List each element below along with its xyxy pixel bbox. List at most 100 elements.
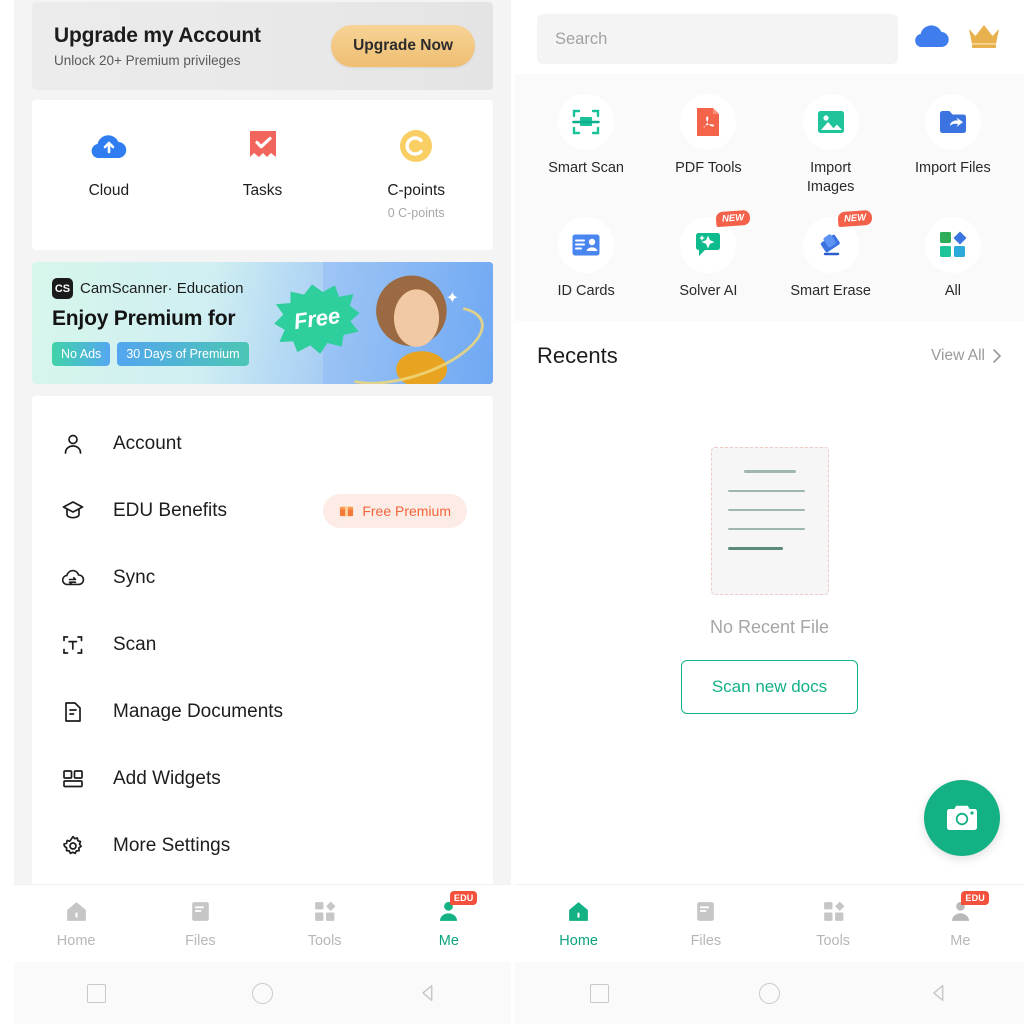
ai-sparkle-icon: NEW bbox=[680, 210, 751, 274]
search-box[interactable] bbox=[537, 14, 898, 64]
free-premium-badge[interactable]: Free Premium bbox=[323, 493, 467, 528]
account-menu-list: Account EDU Benefits Free Premium Sync S… bbox=[32, 396, 493, 897]
home-button[interactable] bbox=[685, 982, 855, 1004]
cpoints-balance: 0 C-points bbox=[387, 206, 445, 220]
search-input[interactable] bbox=[555, 29, 880, 49]
cloud-upload-icon bbox=[89, 126, 129, 166]
person-icon: EDU bbox=[947, 891, 989, 924]
task-check-icon bbox=[243, 126, 283, 166]
tab-me[interactable]: EDU Me bbox=[897, 891, 1024, 949]
promo-brand-text: CamScanner· Education bbox=[80, 280, 244, 297]
files-icon bbox=[187, 898, 213, 924]
left-android-navbar bbox=[14, 962, 511, 1024]
tool-all[interactable]: All bbox=[892, 211, 1014, 301]
circle-icon bbox=[759, 982, 780, 1004]
tab-label: Files bbox=[690, 933, 722, 949]
doc-line bbox=[744, 470, 797, 473]
menu-item-manage-documents[interactable]: Manage Documents bbox=[32, 678, 493, 745]
tab-home[interactable]: Home bbox=[14, 898, 138, 949]
upgrade-now-button[interactable]: Upgrade Now bbox=[331, 25, 475, 67]
tool-pdf-tools[interactable]: PDF Tools bbox=[647, 88, 769, 197]
quick-action-cpoints[interactable]: C-points 0 C-points bbox=[339, 126, 493, 220]
camera-icon bbox=[947, 805, 977, 830]
tool-solver-ai[interactable]: NEW Solver AI bbox=[647, 210, 769, 301]
tool-smart-erase[interactable]: NEW Smart Erase bbox=[770, 210, 892, 301]
menu-item-label: Manage Documents bbox=[113, 700, 284, 722]
dual-phone-screenshot: Upgrade my Account Unlock 20+ Premium pr… bbox=[0, 0, 1024, 1024]
view-all-button[interactable]: View All bbox=[931, 347, 1002, 365]
tab-files[interactable]: Files bbox=[138, 898, 262, 949]
education-promo-banner[interactable]: ✦ Free CS CamScanner· Education Enjoy Pr… bbox=[32, 262, 493, 384]
promo-tag-list: No Ads 30 Days of Premium bbox=[52, 342, 249, 366]
menu-item-scan[interactable]: Scan bbox=[32, 611, 493, 678]
new-badge: NEW bbox=[715, 210, 751, 228]
back-triangle-icon bbox=[422, 984, 433, 1002]
scan-new-docs-button[interactable]: Scan new docs bbox=[680, 660, 859, 715]
new-badge: NEW bbox=[837, 210, 874, 228]
recents-header: Recents View All bbox=[515, 321, 1024, 369]
quick-action-label: Tasks bbox=[242, 182, 283, 199]
recents-title: Recents bbox=[537, 343, 618, 369]
doc-line bbox=[727, 527, 805, 531]
menu-item-account[interactable]: Account bbox=[32, 410, 493, 477]
edu-badge: EDU bbox=[449, 891, 478, 905]
image-import-icon bbox=[802, 94, 859, 150]
tab-tools[interactable]: Tools bbox=[770, 898, 897, 949]
quick-action-cloud[interactable]: Cloud bbox=[32, 126, 186, 220]
tab-label: Me bbox=[950, 933, 971, 949]
upgrade-account-banner[interactable]: Upgrade my Account Unlock 20+ Premium pr… bbox=[32, 2, 493, 90]
camscanner-logo-icon: CS bbox=[52, 278, 73, 299]
tab-tools[interactable]: Tools bbox=[263, 898, 387, 949]
edu-badge: EDU bbox=[961, 891, 989, 905]
tool-label: Solver AI bbox=[679, 283, 738, 300]
tab-label: Home bbox=[56, 933, 96, 949]
tool-smart-scan[interactable]: Smart Scan bbox=[525, 88, 647, 197]
quick-action-tasks[interactable]: Tasks bbox=[186, 126, 340, 220]
menu-item-edu-benefits[interactable]: EDU Benefits Free Premium bbox=[32, 477, 493, 544]
crown-icon[interactable] bbox=[966, 22, 1002, 57]
person-icon bbox=[58, 429, 88, 459]
back-button[interactable] bbox=[854, 982, 1024, 1004]
tools-grid: Smart Scan PDF Tools Import Images Impor… bbox=[515, 74, 1024, 322]
menu-item-label: Scan bbox=[113, 633, 157, 655]
home-button[interactable] bbox=[180, 982, 346, 1004]
menu-item-add-widgets[interactable]: Add Widgets bbox=[32, 745, 493, 812]
cloud-icon[interactable] bbox=[912, 22, 952, 57]
files-icon bbox=[693, 898, 719, 924]
tools-row-1: Smart Scan PDF Tools Import Images Impor… bbox=[525, 88, 1014, 197]
menu-item-sync[interactable]: Sync bbox=[32, 544, 493, 611]
promo-tag-premium-days: 30 Days of Premium bbox=[117, 342, 249, 366]
menu-item-label: Add Widgets bbox=[113, 767, 221, 789]
menu-item-more-settings[interactable]: More Settings bbox=[32, 812, 493, 879]
tab-files[interactable]: Files bbox=[642, 898, 769, 949]
right-phone-screen: Smart Scan PDF Tools bbox=[515, 0, 1024, 1024]
tools-icon bbox=[312, 898, 338, 924]
tab-home[interactable]: Home bbox=[515, 898, 642, 949]
promo-text-block: CS CamScanner· Education Enjoy Premium f… bbox=[52, 278, 249, 366]
tool-import-images[interactable]: Import Images bbox=[770, 88, 892, 197]
tools-row-2: ID Cards NEW Solver AI NEW Smart Erase A… bbox=[525, 210, 1014, 301]
recent-apps-button[interactable] bbox=[515, 983, 685, 1003]
id-card-icon bbox=[558, 217, 615, 274]
upgrade-subtitle: Unlock 20+ Premium privileges bbox=[54, 53, 241, 68]
menu-item-label: Account bbox=[113, 432, 182, 454]
tab-label: Tools bbox=[816, 933, 851, 949]
camera-fab-button[interactable] bbox=[924, 780, 1000, 856]
tool-import-files[interactable]: Import Files bbox=[892, 88, 1014, 197]
gift-icon bbox=[339, 502, 354, 520]
tool-label: Smart Scan bbox=[548, 160, 624, 176]
search-row bbox=[515, 0, 1024, 64]
right-android-navbar bbox=[515, 962, 1024, 1024]
widgets-icon bbox=[58, 764, 88, 794]
menu-item-label: More Settings bbox=[113, 834, 231, 856]
no-recent-file-text: No Recent File bbox=[709, 617, 830, 638]
recent-apps-button[interactable] bbox=[14, 983, 180, 1003]
tool-id-cards[interactable]: ID Cards bbox=[525, 211, 647, 301]
folder-import-icon bbox=[924, 94, 981, 150]
menu-item-label: EDU Benefits bbox=[113, 499, 228, 521]
gear-icon bbox=[58, 831, 88, 861]
person-icon: EDU bbox=[436, 891, 478, 924]
tab-me[interactable]: EDU Me bbox=[387, 891, 511, 949]
tools-icon bbox=[820, 898, 846, 924]
back-button[interactable] bbox=[345, 982, 511, 1004]
